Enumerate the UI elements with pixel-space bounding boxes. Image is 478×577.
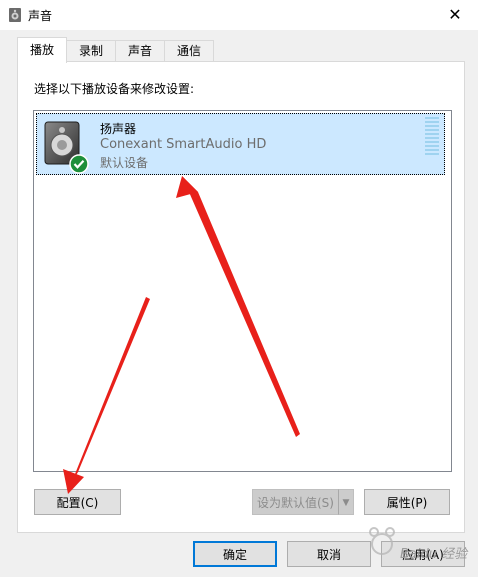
device-driver: Conexant SmartAudio HD bbox=[100, 137, 267, 152]
tab-communications[interactable]: 通信 bbox=[164, 40, 214, 62]
set-default-button[interactable]: 设为默认值(S) bbox=[252, 489, 339, 515]
ok-button[interactable]: 确定 bbox=[193, 541, 277, 567]
volume-level-meter bbox=[425, 117, 439, 155]
window-title: 声音 bbox=[28, 9, 53, 23]
chevron-down-icon: ▼ bbox=[342, 498, 350, 508]
tab-sounds[interactable]: 声音 bbox=[115, 40, 165, 62]
properties-button[interactable]: 属性(P) bbox=[364, 489, 450, 515]
cancel-button[interactable]: 取消 bbox=[287, 541, 371, 567]
checkmark-icon bbox=[69, 154, 89, 174]
close-icon: ✕ bbox=[448, 5, 462, 24]
device-name: 扬声器 bbox=[100, 122, 137, 136]
watermark-text: Baidu 经验 bbox=[400, 547, 468, 562]
configure-button[interactable]: 配置(C) bbox=[34, 489, 121, 515]
speaker-icon bbox=[9, 8, 21, 22]
device-status: 默认设备 bbox=[100, 156, 149, 170]
set-default-dropdown[interactable]: ▼ bbox=[338, 489, 354, 515]
close-button[interactable]: ✕ bbox=[432, 0, 478, 30]
tab-recording[interactable]: 录制 bbox=[66, 40, 116, 62]
instruction-text: 选择以下播放设备来修改设置: bbox=[34, 82, 195, 96]
tab-playback[interactable]: 播放 bbox=[17, 37, 67, 63]
title-bar: 声音 ✕ bbox=[0, 0, 478, 30]
speaker-icon bbox=[44, 121, 89, 174]
